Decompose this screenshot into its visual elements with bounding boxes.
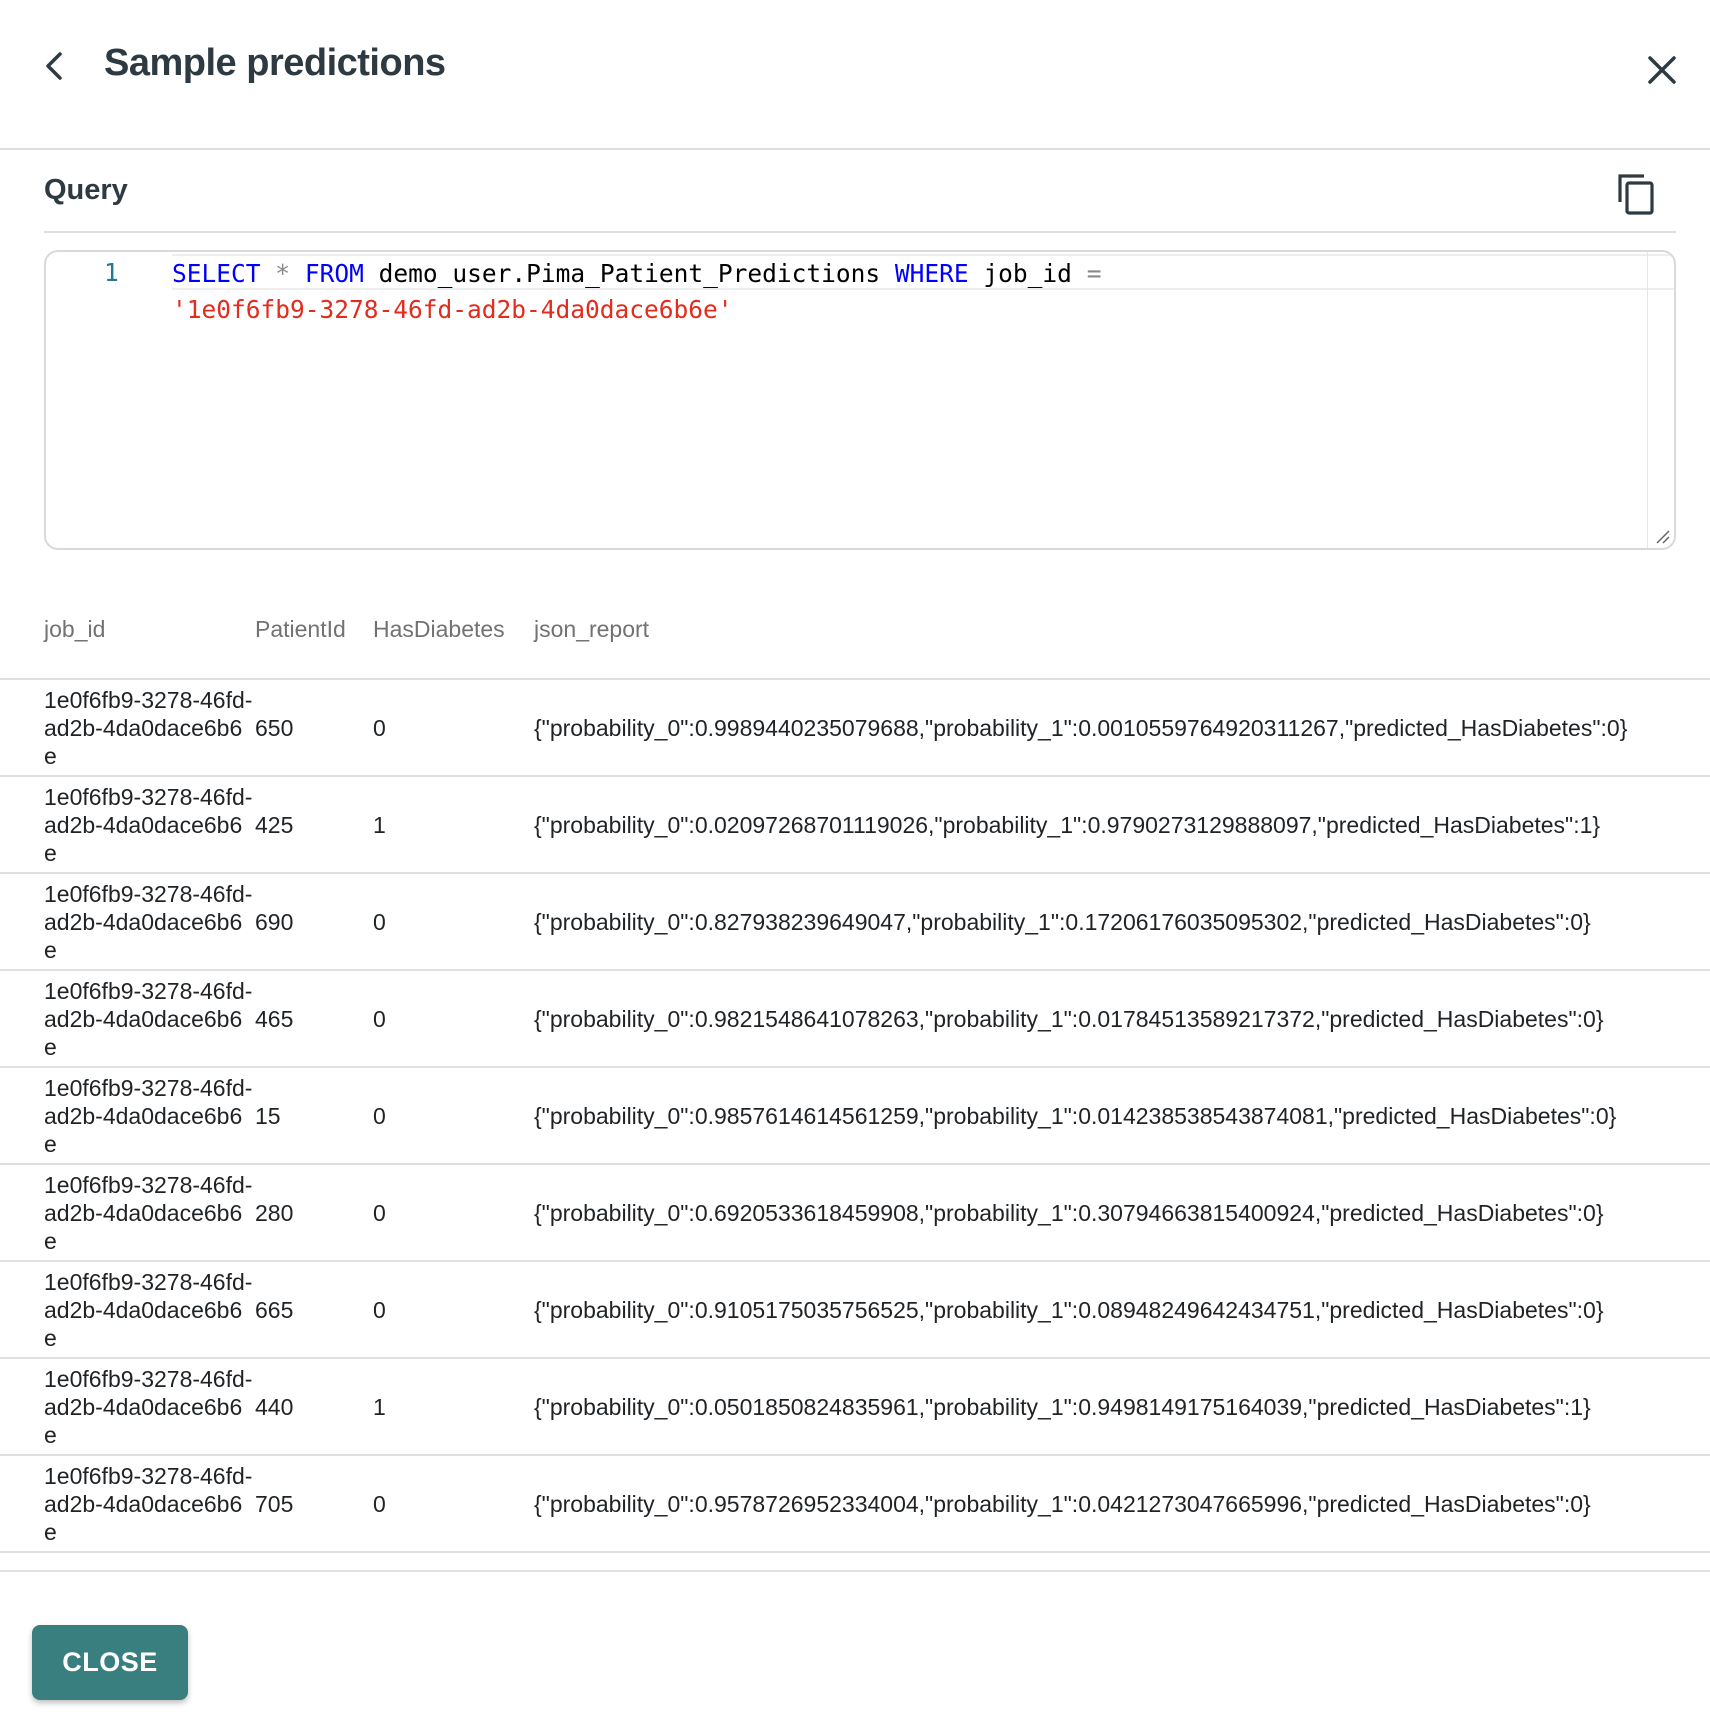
keyword-from: FROM	[304, 259, 364, 288]
close-button[interactable]: CLOSE	[32, 1625, 188, 1700]
keyword-select: SELECT	[172, 259, 261, 288]
back-button[interactable]	[38, 46, 72, 86]
cell-has-diabetes	[373, 1552, 534, 1570]
chevron-left-icon	[46, 52, 62, 80]
column-header-json-report[interactable]: json_report	[534, 580, 1710, 680]
cell-has-diabetes: 0	[373, 1067, 534, 1165]
table-row[interactable]: 1e0f6fb9-3278-46fd-ad2b-4da0dace6b6e 425 1…	[0, 776, 1710, 874]
resize-grip-icon[interactable]	[1654, 528, 1670, 544]
table-row[interactable]: 1e0f6fb9-3278-46fd-ad2b-4da0dace6b6e 690 0…	[0, 873, 1710, 971]
table-row[interactable]: 1e0f6fb9-3278-46fd-ad2b-4da0dace6b6e 440 1…	[0, 1358, 1710, 1456]
cell-job-id: 1e0f6fb9-3278-	[0, 1552, 255, 1570]
query-section-header: Query	[44, 150, 1676, 233]
operator-star: *	[275, 259, 291, 288]
close-icon	[1648, 56, 1676, 84]
cell-patient-id: 705	[255, 1455, 373, 1553]
cell-job-id: 1e0f6fb9-3278-46fd-ad2b-4da0dace6b6e	[0, 1455, 255, 1553]
column-header-job-id[interactable]: job_id	[0, 580, 255, 680]
table-row[interactable]: 1e0f6fb9-3278-46fd-ad2b-4da0dace6b6e 705 0…	[0, 1455, 1710, 1553]
cell-patient-id: 690	[255, 873, 373, 971]
cell-job-id: 1e0f6fb9-3278-46fd-ad2b-4da0dace6b6e	[0, 1164, 255, 1262]
editor-scrollbar[interactable]	[1647, 252, 1674, 548]
close-dialog-button[interactable]	[1642, 50, 1682, 90]
cell-has-diabetes: 0	[373, 1261, 534, 1359]
table-row[interactable]: 1e0f6fb9-3278-46fd-ad2b-4da0dace6b6e 465 0…	[0, 970, 1710, 1068]
copy-query-button[interactable]	[1612, 168, 1662, 218]
column-header-has-diabetes[interactable]: HasDiabetes	[373, 580, 534, 680]
column-identifier: job_id	[983, 259, 1072, 288]
cell-job-id: 1e0f6fb9-3278-46fd-ad2b-4da0dace6b6e	[0, 776, 255, 874]
cell-has-diabetes: 0	[373, 970, 534, 1068]
cell-json-report: {"probability_0":0.9857614614561259,"pro…	[534, 1067, 1710, 1165]
cell-patient-id: 465	[255, 970, 373, 1068]
cell-job-id: 1e0f6fb9-3278-46fd-ad2b-4da0dace6b6e	[0, 1067, 255, 1165]
cell-has-diabetes: 1	[373, 1358, 534, 1456]
page-title: Sample predictions	[104, 42, 446, 84]
operator-equals: =	[1086, 259, 1102, 288]
line-number: 1	[104, 258, 119, 287]
cell-patient-id	[255, 1552, 373, 1570]
table-row[interactable]: 1e0f6fb9-3278-46fd-ad2b-4da0dace6b6e 665 0…	[0, 1261, 1710, 1359]
table-row[interactable]: 1e0f6fb9-3278-46fd-ad2b-4da0dace6b6e 280 0…	[0, 1164, 1710, 1262]
cell-has-diabetes: 0	[373, 873, 534, 971]
query-editor[interactable]: 1 SELECT * FROM demo_user.Pima_Patient_P…	[44, 250, 1676, 550]
table-header-row: job_id PatientId HasDiabetes json_report	[0, 580, 1710, 680]
results-table-container[interactable]: job_id PatientId HasDiabetes json_report…	[0, 580, 1710, 1572]
column-header-patient-id[interactable]: PatientId	[255, 580, 373, 680]
cell-json-report: {"probability_0":0.9105175035756525,"pro…	[534, 1261, 1710, 1359]
cell-json-report: {"probability_0":0.6920533618459908,"pro…	[534, 1164, 1710, 1262]
query-label: Query	[44, 174, 128, 206]
cell-patient-id: 280	[255, 1164, 373, 1262]
string-literal: '1e0f6fb9-3278-46fd-ad2b-4da0dace6b6e'	[172, 295, 733, 324]
cell-json-report: {"probability_0":0.827938239649047,"prob…	[534, 873, 1710, 971]
cell-has-diabetes: 0	[373, 679, 534, 777]
cell-job-id: 1e0f6fb9-3278-46fd-ad2b-4da0dace6b6e	[0, 1358, 255, 1456]
cell-json-report: {"probability_0":0.9989440235079688,"pro…	[534, 679, 1710, 777]
query-code[interactable]: SELECT * FROM demo_user.Pima_Patient_Pre…	[172, 256, 1101, 328]
table-row[interactable]: 1e0f6fb9-3278-46fd-ad2b-4da0dace6b6e 650 0…	[0, 679, 1710, 777]
keyword-where: WHERE	[894, 259, 969, 288]
copy-icon	[1618, 174, 1654, 215]
cell-job-id: 1e0f6fb9-3278-46fd-ad2b-4da0dace6b6e	[0, 873, 255, 971]
cell-patient-id: 665	[255, 1261, 373, 1359]
cell-job-id: 1e0f6fb9-3278-46fd-ad2b-4da0dace6b6e	[0, 679, 255, 777]
table-identifier: demo_user.Pima_Patient_Predictions	[378, 259, 881, 288]
cell-job-id: 1e0f6fb9-3278-46fd-ad2b-4da0dace6b6e	[0, 1261, 255, 1359]
results-table: job_id PatientId HasDiabetes json_report…	[0, 580, 1710, 1570]
cell-json-report: {"probability_0":0.0501850824835961,"pro…	[534, 1358, 1710, 1456]
dialog-header: Sample predictions	[0, 0, 1710, 150]
cell-patient-id: 650	[255, 679, 373, 777]
cell-json-report	[534, 1552, 1710, 1570]
table-row[interactable]: 1e0f6fb9-3278-46fd-ad2b-4da0dace6b6e 15 0{…	[0, 1067, 1710, 1165]
cell-has-diabetes: 1	[373, 776, 534, 874]
cell-patient-id: 440	[255, 1358, 373, 1456]
cell-json-report: {"probability_0":0.02097268701119026,"pr…	[534, 776, 1710, 874]
cell-job-id: 1e0f6fb9-3278-46fd-ad2b-4da0dace6b6e	[0, 970, 255, 1068]
cell-patient-id: 425	[255, 776, 373, 874]
cell-json-report: {"probability_0":0.9821548641078263,"pro…	[534, 970, 1710, 1068]
table-row[interactable]: 1e0f6fb9-3278-	[0, 1552, 1710, 1570]
cell-has-diabetes: 0	[373, 1164, 534, 1262]
cell-has-diabetes: 0	[373, 1455, 534, 1553]
cell-json-report: {"probability_0":0.9578726952334004,"pro…	[534, 1455, 1710, 1553]
cell-patient-id: 15	[255, 1067, 373, 1165]
